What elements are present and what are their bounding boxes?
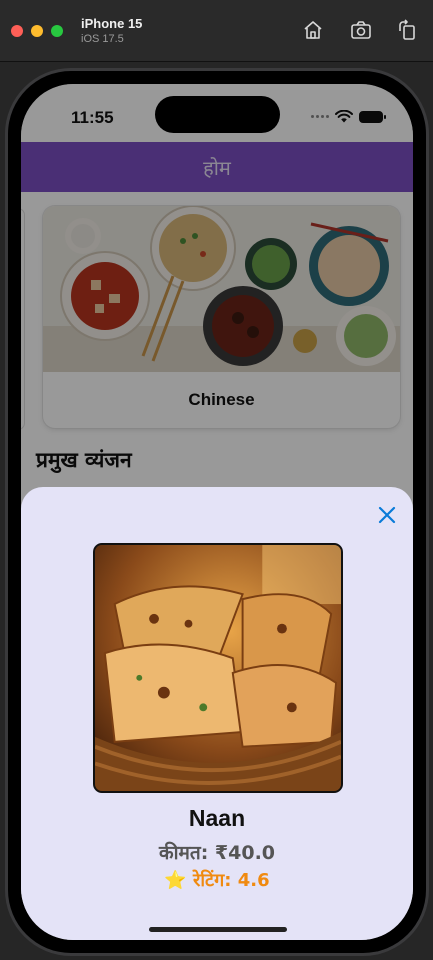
dish-price: कीमत: ₹40.0 xyxy=(158,842,276,864)
home-icon[interactable] xyxy=(302,19,324,41)
device-os-version: iOS 17.5 xyxy=(81,33,124,45)
dish-name: Naan xyxy=(188,805,246,831)
device-name: iPhone 15 xyxy=(81,16,143,31)
zoom-window-button[interactable] xyxy=(51,25,63,37)
close-button[interactable] xyxy=(375,503,399,527)
screenshot-icon[interactable] xyxy=(350,19,372,41)
dish-rating: ⭐ रेटिंग: 4.6 xyxy=(164,870,270,891)
close-icon xyxy=(378,506,396,524)
phone-screen: 11:55 होम Chinese प्रमुख व्यंजन Naan कीम… xyxy=(21,84,413,940)
simulator-title-bar: iPhone 15 iOS 17.5 xyxy=(0,0,433,62)
home-indicator[interactable] xyxy=(149,927,287,932)
dish-image xyxy=(93,543,343,793)
iphone-frame: 11:55 होम Chinese प्रमुख व्यंजन Naan कीम… xyxy=(5,68,429,956)
minimize-window-button[interactable] xyxy=(31,25,43,37)
dish-detail-sheet: Naan कीमत: ₹40.0 ⭐ रेटिंग: 4.6 xyxy=(21,487,413,940)
close-window-button[interactable] xyxy=(11,25,23,37)
rotate-icon[interactable] xyxy=(396,19,418,41)
